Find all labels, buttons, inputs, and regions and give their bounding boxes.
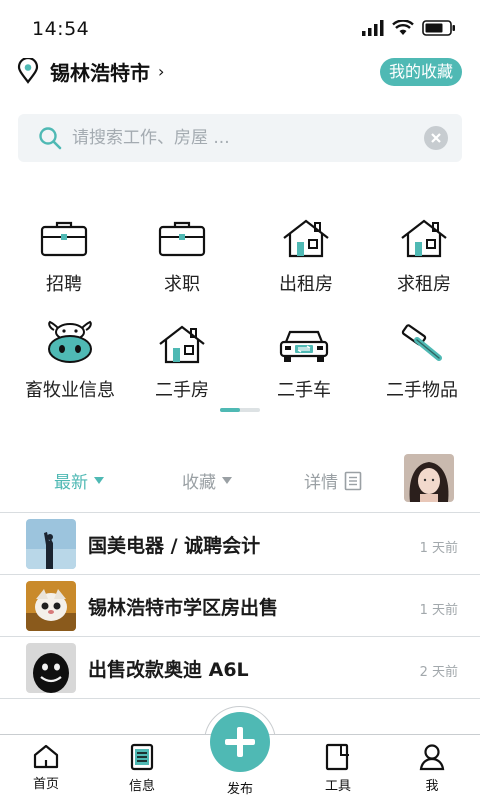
nav-tools-label: 工具 — [324, 779, 351, 794]
tab-details[interactable]: 详情 — [304, 468, 362, 493]
tab-favorites[interactable]: 收藏 — [182, 468, 232, 493]
nav-info[interactable]: 信息 — [112, 743, 172, 794]
dropdown-arrow-icon — [222, 477, 232, 484]
publish-label: 发布 — [226, 782, 253, 797]
tools-icon — [325, 743, 349, 771]
user-icon — [419, 744, 445, 771]
battery-icon — [422, 20, 455, 36]
city-selector[interactable]: 锡林浩特市 › — [16, 56, 164, 86]
nav-me[interactable]: 我 — [402, 743, 462, 794]
page-indicator — [220, 408, 260, 412]
category-livestock[interactable]: 畜牧业信息 — [10, 308, 130, 408]
category-label: 畜牧业信息 — [25, 380, 115, 401]
listing-title: 国美电器 / 诚聘会计 — [88, 535, 261, 557]
publish-button[interactable] — [210, 712, 270, 772]
search-box — [18, 114, 462, 162]
list-item[interactable]: 锡林浩特市学区房出售 1 天前 — [0, 575, 480, 637]
search-icon — [39, 127, 62, 150]
list-item[interactable]: 出售改款奥迪 A6L 2 天前 — [0, 637, 480, 699]
house-icon — [401, 219, 447, 258]
category-second-hand-car[interactable]: 二手车 — [244, 308, 364, 408]
category-label: 出租房 — [279, 274, 333, 295]
home-icon — [33, 744, 59, 769]
category-job-seeking[interactable]: 求职 — [122, 202, 242, 302]
house-icon — [159, 325, 205, 364]
document-list-icon — [344, 471, 362, 490]
page-indicator-active — [220, 408, 240, 412]
list-item[interactable]: 国美电器 / 诚聘会计 1 天前 — [0, 513, 480, 575]
nav-home-label: 首页 — [32, 777, 59, 792]
feed-tabs: 最新 收藏 详情 — [0, 454, 480, 510]
chevron-right-icon: › — [158, 61, 165, 81]
wifi-icon — [392, 20, 414, 35]
clear-icon[interactable] — [424, 126, 448, 150]
avatar[interactable] — [404, 454, 454, 502]
briefcase-icon — [40, 221, 88, 257]
tab-latest-label: 最新 — [54, 473, 88, 493]
category-grid: 招聘 求职 出租房 求租房 畜牧业信息 二手房 二手车 二手物品 — [0, 180, 480, 401]
category-second-hand-house[interactable]: 二手房 — [122, 308, 242, 408]
cow-icon — [48, 320, 92, 363]
car-icon — [279, 330, 329, 362]
listing-time: 2 天前 — [419, 665, 458, 680]
nav-tools[interactable]: 工具 — [308, 743, 368, 794]
dropdown-arrow-icon — [94, 477, 104, 484]
category-label: 招聘 — [46, 274, 82, 295]
category-second-hand-goods[interactable]: 二手物品 — [362, 308, 480, 408]
nav-home[interactable]: 首页 — [16, 743, 76, 792]
nav-me-label: 我 — [425, 779, 439, 794]
my-favorites-button[interactable]: 我的收藏 — [379, 58, 462, 86]
category-label: 二手车 — [277, 380, 331, 401]
hammer-icon — [401, 324, 442, 361]
tab-latest[interactable]: 最新 — [54, 468, 104, 493]
listing-title: 出售改款奥迪 A6L — [88, 659, 249, 681]
nav-info-label: 信息 — [128, 779, 155, 794]
listing-time: 1 天前 — [419, 541, 458, 556]
info-list-icon — [130, 743, 154, 771]
category-recruit[interactable]: 招聘 — [4, 202, 124, 302]
briefcase-icon — [158, 221, 206, 257]
listing-title: 锡林浩特市学区房出售 — [88, 597, 279, 619]
category-label: 二手房 — [155, 380, 209, 401]
tab-details-label: 详情 — [304, 473, 338, 493]
category-house-wanted[interactable]: 求租房 — [364, 202, 480, 302]
category-label: 二手物品 — [386, 380, 458, 401]
house-icon — [283, 219, 329, 258]
city-name: 锡林浩特市 — [50, 60, 150, 85]
listing-list: 国美电器 / 诚聘会计 1 天前 锡林浩特市学区房出售 1 天前 出售改款奥迪 … — [0, 512, 480, 699]
status-time: 14:54 — [32, 18, 90, 40]
category-label: 求租房 — [397, 274, 451, 295]
location-pin-icon — [17, 58, 39, 84]
thumbnail — [26, 643, 76, 693]
listing-time: 1 天前 — [419, 603, 458, 618]
header: 锡林浩特市 › 我的收藏 — [0, 56, 480, 106]
category-house-rent-out[interactable]: 出租房 — [246, 202, 366, 302]
tab-favorites-label: 收藏 — [182, 473, 216, 493]
search-input[interactable] — [72, 114, 412, 162]
signal-icon — [362, 20, 384, 36]
status-bar: 14:54 — [0, 0, 480, 56]
thumbnail — [26, 519, 76, 569]
category-label: 求职 — [164, 274, 200, 295]
thumbnail — [26, 581, 76, 631]
